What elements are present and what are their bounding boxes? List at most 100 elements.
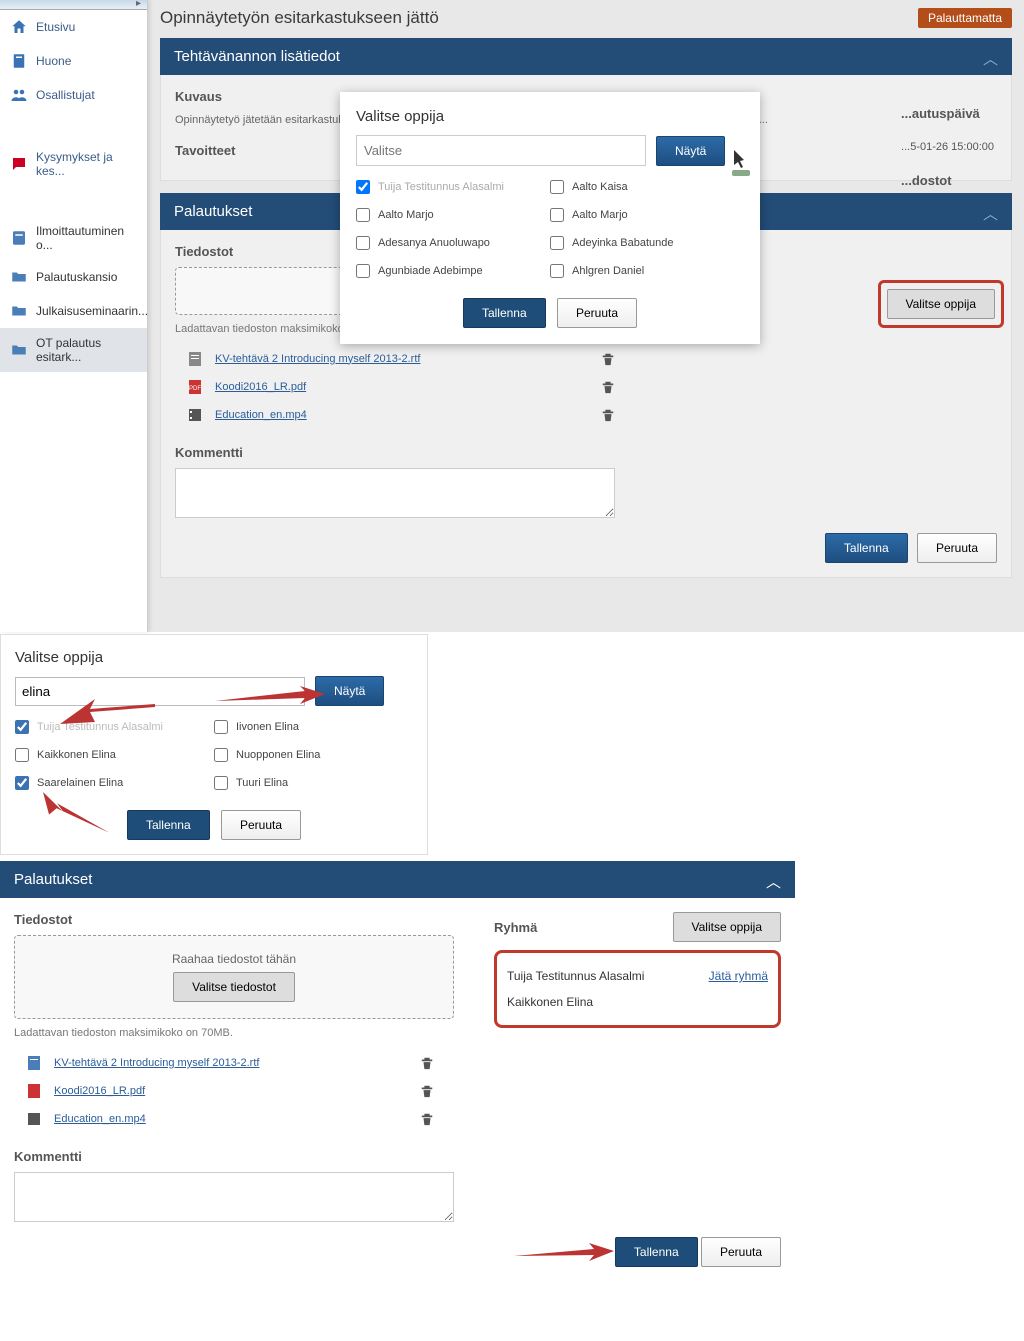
modal-peruuta-button[interactable]: Peruuta — [557, 298, 637, 328]
section2-modal: Valitse oppija Näytä Tuija Testitunnus A… — [0, 634, 428, 855]
palautuspäivä-label: ...autuspäivä — [901, 106, 994, 121]
file-row: Education_en.mp4 — [14, 1105, 454, 1133]
sidebar-label: OT palautus esitark... — [36, 336, 137, 364]
file-row: KV-tehtävä 2 Introducing myself 2013-2.r… — [14, 1049, 454, 1077]
student-checkbox[interactable]: Aalto Kaisa — [550, 180, 744, 194]
nayta-button[interactable]: Näytä — [656, 136, 725, 166]
chevron-up-icon: ︿ — [766, 871, 781, 892]
status-badge: Palauttamatta — [918, 8, 1012, 28]
people-icon — [10, 86, 28, 104]
trash-icon[interactable] — [420, 1084, 434, 1098]
kommentti-textarea[interactable] — [14, 1172, 454, 1222]
sidebar-label: Huone — [36, 54, 71, 68]
sidebar-item-huone[interactable]: Huone — [0, 44, 147, 78]
file-row: Education_en.mp4 — [175, 401, 635, 429]
doc-icon — [187, 351, 203, 367]
sidebar-item-etusivu[interactable]: Etusivu — [0, 10, 147, 44]
student-checkbox[interactable]: Tuija Testitunnus Alasalmi — [356, 180, 550, 194]
student-checkbox[interactable]: Agunbiade Adebimpe — [356, 264, 550, 278]
file-row: KV-tehtävä 2 Introducing myself 2013-2.r… — [175, 345, 635, 373]
file-link[interactable]: Education_en.mp4 — [215, 409, 601, 421]
panel-header-text: Palautukset — [174, 203, 252, 220]
student-checkbox[interactable]: Iivonen Elina — [214, 720, 413, 734]
kommentti-label: Kommentti — [175, 445, 997, 460]
section3-panel: Palautukset ︿ Tiedostot Raahaa tiedostot… — [0, 861, 795, 1281]
palautuspäivä-value: ...5-01-26 15:00:00 — [901, 141, 994, 153]
cursor-icon — [732, 148, 750, 176]
svg-text:PDF: PDF — [189, 386, 201, 392]
nayta-button[interactable]: Näytä — [315, 676, 384, 706]
sidebar-item-osallistujat[interactable]: Osallistujat — [0, 78, 147, 112]
tallenna-button[interactable]: Tallenna — [127, 810, 210, 840]
panel-header[interactable]: Palautukset ︿ — [0, 861, 795, 898]
kommentti-label: Kommentti — [14, 1149, 454, 1164]
book-icon — [10, 52, 28, 70]
peruuta-button[interactable]: Peruuta — [701, 1237, 781, 1267]
trash-icon[interactable] — [420, 1112, 434, 1126]
leave-group-link[interactable]: Jätä ryhmä — [709, 969, 768, 983]
trash-icon[interactable] — [601, 352, 615, 366]
valitse-oppija-modal: Valitse oppija Näytä Tuija Testitunnus A… — [340, 92, 760, 344]
tallenna-button[interactable]: Tallenna — [825, 533, 908, 563]
modal-title: Valitse oppija — [356, 108, 744, 125]
sidebar-label: Kysymykset ja kes... — [36, 150, 137, 178]
ryhma-label: Ryhmä — [494, 920, 537, 935]
chevron-up-icon: ︿ — [983, 48, 998, 69]
peruuta-button[interactable]: Peruuta — [917, 533, 997, 563]
trash-icon[interactable] — [601, 380, 615, 394]
folder-icon — [10, 341, 28, 359]
file-link[interactable]: Koodi2016_LR.pdf — [215, 381, 601, 393]
sidebar-top-bar — [0, 0, 147, 10]
student-checkbox[interactable]: Aalto Marjo — [550, 208, 744, 222]
student-checkbox[interactable]: Tuuri Elina — [214, 776, 413, 790]
tiedostot-label: Tiedostot — [14, 912, 454, 927]
student-checkbox[interactable]: Aalto Marjo — [356, 208, 550, 222]
group-member: Tuija Testitunnus Alasalmi — [507, 969, 644, 983]
file-link[interactable]: Koodi2016_LR.pdf — [54, 1085, 420, 1097]
chevron-up-icon: ︿ — [983, 203, 998, 224]
modal-tallenna-button[interactable]: Tallenna — [463, 298, 546, 328]
student-checkbox[interactable]: Saarelainen Elina — [15, 776, 214, 790]
folder-icon — [10, 268, 28, 286]
sidebar-item-kysymykset[interactable]: Kysymykset ja kes... — [0, 142, 147, 186]
home-icon — [10, 18, 28, 36]
dropzone-text: Raahaa tiedostot tähän — [31, 952, 437, 966]
dropzone[interactable]: Raahaa tiedostot tähän Valitse tiedostot — [14, 935, 454, 1019]
pdf-icon — [26, 1083, 42, 1099]
sidebar-label: Julkaisuseminaarin... — [36, 304, 148, 318]
student-checkbox[interactable]: Nuopponen Elina — [214, 748, 413, 762]
valitse-oppija-button[interactable]: Valitse oppija — [673, 912, 782, 942]
pdf-icon: PDF — [187, 379, 203, 395]
sidebar-item-palautuskansio[interactable]: Palautuskansio — [0, 260, 147, 294]
sidebar: Etusivu Huone Osallistujat Kysymykset ja… — [0, 0, 148, 632]
sidebar-label: Ilmoittautuminen o... — [36, 224, 137, 252]
modal-search-input[interactable] — [356, 135, 646, 166]
trash-icon[interactable] — [601, 408, 615, 422]
student-checkbox[interactable]: Ahlgren Daniel — [550, 264, 744, 278]
file-link[interactable]: KV-tehtävä 2 Introducing myself 2013-2.r… — [54, 1057, 420, 1069]
arrow-annotation — [215, 686, 325, 706]
video-icon — [187, 407, 203, 423]
student-checkbox[interactable]: Adeyinka Babatunde — [550, 236, 744, 250]
file-link[interactable]: Education_en.mp4 — [54, 1113, 420, 1125]
dostot-label: ...dostot — [901, 173, 994, 188]
tallenna-button[interactable]: Tallenna — [615, 1237, 698, 1267]
valitse-oppija-button[interactable]: Valitse oppija — [887, 289, 996, 319]
valitse-oppija-highlight: Valitse oppija — [878, 280, 1005, 328]
student-checkbox[interactable]: Kaikkonen Elina — [15, 748, 214, 762]
trash-icon[interactable] — [420, 1056, 434, 1070]
sidebar-item-ot-palautus[interactable]: OT palautus esitark... — [0, 328, 147, 372]
group-member: Kaikkonen Elina — [507, 995, 593, 1009]
date-info: ...autuspäivä ...5-01-26 15:00:00 ...dos… — [901, 106, 994, 188]
panel-header-text: Palautukset — [14, 871, 92, 888]
file-link[interactable]: KV-tehtävä 2 Introducing myself 2013-2.r… — [215, 353, 601, 365]
valitse-tiedostot-button[interactable]: Valitse tiedostot — [173, 972, 295, 1002]
sidebar-label: Palautuskansio — [36, 270, 117, 284]
sidebar-item-julkaisuseminaari[interactable]: Julkaisuseminaarin... — [0, 294, 147, 328]
kommentti-textarea[interactable] — [175, 468, 615, 518]
sidebar-item-ilmoittautuminen[interactable]: Ilmoittautuminen o... — [0, 216, 147, 260]
peruuta-button[interactable]: Peruuta — [221, 810, 301, 840]
student-checkbox[interactable]: Adesanya Anuoluwapo — [356, 236, 550, 250]
modal-title: Valitse oppija — [15, 649, 413, 666]
panel-lisatiedot-header[interactable]: Tehtävänannon lisätiedot ︿ — [160, 38, 1012, 75]
